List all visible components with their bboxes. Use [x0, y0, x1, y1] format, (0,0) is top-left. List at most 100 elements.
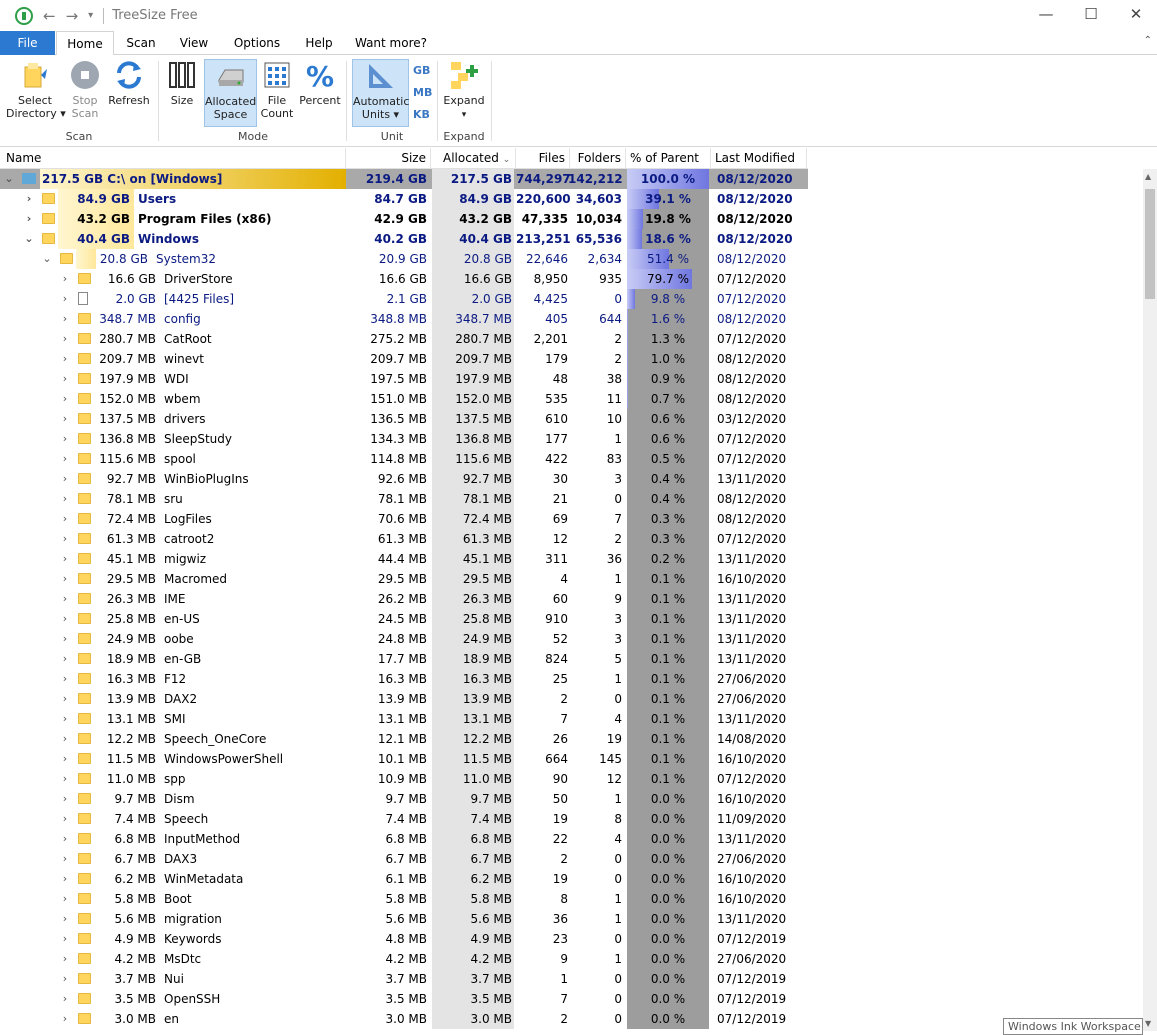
expand-chevron-icon[interactable]: ›: [60, 929, 70, 949]
expand-chevron-icon[interactable]: ›: [60, 429, 70, 449]
expand-chevron-icon[interactable]: ›: [60, 769, 70, 789]
expand-button[interactable]: Expand ▾: [443, 59, 485, 122]
tree-row[interactable]: › 4.9 MB Keywords 4.8 MB 4.9 MB 23 0 0.0 % 07/12…: [0, 929, 808, 949]
select-directory-button[interactable]: Select Directory ▾: [6, 59, 66, 120]
tree-row[interactable]: › 84.9 GB Users 84.7 GB 84.9 GB 220,600 34,603…: [0, 189, 808, 209]
back-arrow-icon[interactable]: ←: [43, 7, 56, 25]
tree-row[interactable]: › 11.5 MB WindowsPowerShell 10.1 MB 11.5 MB 6…: [0, 749, 808, 769]
expand-chevron-icon[interactable]: ›: [60, 489, 70, 509]
tab-options[interactable]: Options: [228, 31, 286, 55]
unit-gb-button[interactable]: GB: [413, 64, 430, 77]
expand-chevron-icon[interactable]: ›: [60, 829, 70, 849]
tree-row[interactable]: › 16.3 MB F12 16.3 MB 16.3 MB 25 1 0.1 % 27/06/2…: [0, 669, 808, 689]
file-count-button[interactable]: File Count: [259, 59, 295, 120]
expand-chevron-icon[interactable]: ›: [60, 869, 70, 889]
tree-row[interactable]: › 29.5 MB Macromed 29.5 MB 29.5 MB 4 1 0.1 % 16/…: [0, 569, 808, 589]
expand-chevron-icon[interactable]: ›: [60, 949, 70, 969]
expand-chevron-icon[interactable]: ›: [60, 689, 70, 709]
expand-chevron-icon[interactable]: ›: [24, 189, 34, 209]
expand-chevron-icon[interactable]: ›: [60, 649, 70, 669]
expand-chevron-icon[interactable]: ›: [60, 469, 70, 489]
expand-chevron-icon[interactable]: ›: [60, 889, 70, 909]
tree-row[interactable]: › 13.9 MB DAX2 13.9 MB 13.9 MB 2 0 0.1 % 27/06/2…: [0, 689, 808, 709]
percent-button[interactable]: % Percent: [298, 59, 342, 107]
quick-access-dropdown-icon[interactable]: ▾: [88, 10, 93, 21]
column-size[interactable]: Size: [346, 148, 431, 169]
maximize-button[interactable]: ☐: [1080, 5, 1102, 23]
tree-row[interactable]: › 16.6 GB DriverStore 16.6 GB 16.6 GB 8,950 93…: [0, 269, 808, 289]
tree-row[interactable]: › 3.7 MB Nui 3.7 MB 3.7 MB 1 0 0.0 % 07/12/2019: [0, 969, 808, 989]
close-button[interactable]: ✕: [1125, 5, 1147, 23]
forward-arrow-icon[interactable]: →: [66, 7, 79, 25]
tree-row[interactable]: › 137.5 MB drivers 136.5 MB 137.5 MB 610 10 0.6…: [0, 409, 808, 429]
expand-chevron-icon[interactable]: ›: [60, 389, 70, 409]
tree-row[interactable]: › 3.0 MB en 3.0 MB 3.0 MB 2 0 0.0 % 07/12/2019: [0, 1009, 808, 1029]
tree-row[interactable]: › 78.1 MB sru 78.1 MB 78.1 MB 21 0 0.4 % 08/12/2…: [0, 489, 808, 509]
expand-chevron-icon[interactable]: ›: [24, 209, 34, 229]
expand-chevron-icon[interactable]: ›: [60, 289, 70, 309]
tree-row[interactable]: › 6.8 MB InputMethod 6.8 MB 6.8 MB 22 4 0.0 % 13…: [0, 829, 808, 849]
size-mode-button[interactable]: Size: [164, 59, 200, 107]
refresh-button[interactable]: Refresh: [106, 59, 152, 107]
tree-row[interactable]: › 13.1 MB SMI 13.1 MB 13.1 MB 7 4 0.1 % 13/11/20…: [0, 709, 808, 729]
tree-row[interactable]: › 136.8 MB SleepStudy 134.3 MB 136.8 MB 177 1 0…: [0, 429, 808, 449]
tree-row[interactable]: › 61.3 MB catroot2 61.3 MB 61.3 MB 12 2 0.3 % 07…: [0, 529, 808, 549]
automatic-units-button[interactable]: Automatic Units ▾: [352, 59, 409, 127]
collapse-chevron-icon[interactable]: ⌄: [24, 229, 34, 249]
expand-chevron-icon[interactable]: ›: [60, 669, 70, 689]
tree-row[interactable]: › 6.2 MB WinMetadata 6.1 MB 6.2 MB 19 0 0.0 % 16…: [0, 869, 808, 889]
tree-row[interactable]: › 4.2 MB MsDtc 4.2 MB 4.2 MB 9 1 0.0 % 27/06/202…: [0, 949, 808, 969]
expand-chevron-icon[interactable]: ›: [60, 789, 70, 809]
column-folders[interactable]: Folders: [570, 148, 626, 169]
tree-row[interactable]: › 6.7 MB DAX3 6.7 MB 6.7 MB 2 0 0.0 % 27/06/2020: [0, 849, 808, 869]
tree-row[interactable]: › 9.7 MB Dism 9.7 MB 9.7 MB 50 1 0.0 % 16/10/202…: [0, 789, 808, 809]
tree-row[interactable]: ⌄ 40.4 GB Windows 40.2 GB 40.4 GB 213,251 65,5…: [0, 229, 808, 249]
ribbon-collapse-icon[interactable]: ⌃: [1144, 35, 1152, 46]
tab-help[interactable]: Help: [298, 31, 340, 55]
tree-row[interactable]: › 5.6 MB migration 5.6 MB 5.6 MB 36 1 0.0 % 13/1…: [0, 909, 808, 929]
expand-chevron-icon[interactable]: ›: [60, 609, 70, 629]
expand-chevron-icon[interactable]: ›: [60, 729, 70, 749]
scrollbar-thumb[interactable]: [1145, 189, 1155, 299]
collapse-chevron-icon[interactable]: ⌄: [42, 249, 52, 269]
column-files[interactable]: Files: [516, 148, 570, 169]
column-allocated[interactable]: Allocated ⌄: [431, 148, 516, 169]
expand-chevron-icon[interactable]: ›: [60, 509, 70, 529]
tree-row[interactable]: › 12.2 MB Speech_OneCore 12.1 MB 12.2 MB 26 19…: [0, 729, 808, 749]
unit-kb-button[interactable]: KB: [413, 108, 430, 121]
column-name[interactable]: Name: [0, 148, 346, 169]
tree-row[interactable]: ⌄ 20.8 GB System32 20.9 GB 20.8 GB 22,646 2,63…: [0, 249, 808, 269]
tree-row[interactable]: › 26.3 MB IME 26.2 MB 26.3 MB 60 9 0.1 % 13/11/2…: [0, 589, 808, 609]
expand-chevron-icon[interactable]: ›: [60, 329, 70, 349]
expand-chevron-icon[interactable]: ›: [60, 629, 70, 649]
tab-scan[interactable]: Scan: [118, 31, 164, 55]
expand-chevron-icon[interactable]: ›: [60, 409, 70, 429]
expand-chevron-icon[interactable]: ›: [60, 849, 70, 869]
expand-chevron-icon[interactable]: ›: [60, 909, 70, 929]
column-last-modified[interactable]: Last Modified: [711, 148, 807, 169]
tree-row[interactable]: › 24.9 MB oobe 24.8 MB 24.9 MB 52 3 0.1 % 13/11/…: [0, 629, 808, 649]
tree-row[interactable]: › 197.9 MB WDI 197.5 MB 197.9 MB 48 38 0.9 % 08/…: [0, 369, 808, 389]
tree-row[interactable]: › 5.8 MB Boot 5.8 MB 5.8 MB 8 1 0.0 % 16/10/2020: [0, 889, 808, 909]
expand-chevron-icon[interactable]: ›: [60, 269, 70, 289]
tree-row[interactable]: › 45.1 MB migwiz 44.4 MB 45.1 MB 311 36 0.2 % 13…: [0, 549, 808, 569]
tree-row[interactable]: › 72.4 MB LogFiles 70.6 MB 72.4 MB 69 7 0.3 % 08…: [0, 509, 808, 529]
tree-row-root[interactable]: ⌄ 217.5 GB C:\ on [Windows] 219.4 GB 217.5 …: [0, 169, 808, 189]
tree-row[interactable]: › 92.7 MB WinBioPlugIns 92.6 MB 92.7 MB 30 3 0.…: [0, 469, 808, 489]
expand-chevron-icon[interactable]: ›: [60, 969, 70, 989]
expand-chevron-icon[interactable]: ›: [60, 709, 70, 729]
minimize-button[interactable]: —: [1035, 5, 1057, 23]
expand-chevron-icon[interactable]: ›: [60, 589, 70, 609]
scroll-down-icon[interactable]: ▼: [1145, 1019, 1151, 1028]
tree-row[interactable]: › 152.0 MB wbem 151.0 MB 152.0 MB 535 11 0.7 % 0…: [0, 389, 808, 409]
expand-chevron-icon[interactable]: ›: [60, 349, 70, 369]
tree-row[interactable]: › 7.4 MB Speech 7.4 MB 7.4 MB 19 8 0.0 % 11/09/2…: [0, 809, 808, 829]
tab-view[interactable]: View: [172, 31, 216, 55]
tree-row[interactable]: › 11.0 MB spp 10.9 MB 11.0 MB 90 12 0.1 % 07/12/…: [0, 769, 808, 789]
expand-chevron-icon[interactable]: ›: [60, 449, 70, 469]
tree-row[interactable]: › 43.2 GB Program Files (x86) 42.9 GB 43.2 G…: [0, 209, 808, 229]
unit-mb-button[interactable]: MB: [413, 86, 432, 99]
expand-chevron-icon[interactable]: ›: [60, 749, 70, 769]
vertical-scrollbar[interactable]: ▲ ▼: [1143, 169, 1157, 1031]
expand-chevron-icon[interactable]: ›: [60, 569, 70, 589]
